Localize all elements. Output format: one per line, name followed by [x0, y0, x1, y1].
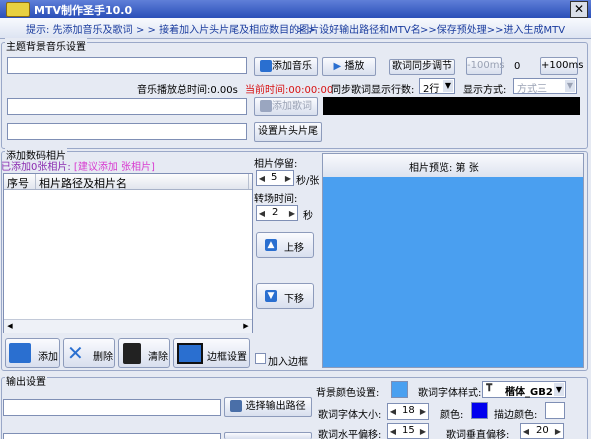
- music-path-input[interactable]: [7, 57, 247, 74]
- stay-label: 相片停留:: [254, 159, 298, 170]
- lyric-font-label: 歌词字体样式:: [418, 388, 482, 399]
- mtv-name-button[interactable]: [224, 432, 312, 439]
- play-button[interactable]: ▶ 播放: [322, 57, 376, 76]
- folder-icon: [9, 343, 31, 363]
- stay-spinner[interactable]: ◀ 5 ▶: [256, 170, 294, 186]
- added-count-label: 已添加0张相片: [建议添加 张相片]: [1, 162, 155, 173]
- preview-area: [323, 177, 583, 367]
- lyric-font-select[interactable]: 𝐓 楷体_GB2 ▼: [482, 381, 566, 398]
- add-lyrics-button[interactable]: 添加歌词: [254, 97, 318, 116]
- step-hint-3: > > 设好输出路径和MTV名: [296, 25, 421, 36]
- h-offset-spinner[interactable]: ◀ 15 ▶: [387, 423, 429, 439]
- add-border-checkbox[interactable]: [255, 353, 266, 364]
- add-photo-button[interactable]: 添加: [5, 338, 60, 368]
- scroll-right-icon[interactable]: ▶: [241, 321, 251, 331]
- play-icon: ▶: [333, 61, 342, 72]
- x-icon: ✕: [67, 341, 84, 365]
- stay-unit: 秒/张: [296, 176, 320, 187]
- lyrics-icon: [260, 100, 272, 112]
- decrement-icon[interactable]: ◀: [389, 426, 397, 438]
- add-border-label: 加入边框: [268, 357, 308, 368]
- lyrics-display: [323, 97, 580, 115]
- output-path-input[interactable]: [3, 399, 221, 416]
- decrement-icon[interactable]: ◀: [258, 173, 266, 185]
- minus-100ms-button[interactable]: -100ms: [466, 57, 505, 75]
- v-offset-label: 歌词垂直偏移:: [446, 430, 510, 439]
- bg-color-label: 背景颜色设置:: [316, 388, 380, 399]
- choose-output-path-button[interactable]: 选择输出路径: [224, 397, 312, 417]
- close-button[interactable]: ✕: [570, 1, 588, 18]
- move-down-button[interactable]: ▼ 下移: [256, 283, 314, 309]
- decrement-icon[interactable]: ◀: [522, 426, 530, 438]
- lyrics-path-input[interactable]: [7, 98, 247, 115]
- increment-icon[interactable]: ▶: [284, 173, 292, 185]
- sync-rows-select[interactable]: 2行 ▼: [419, 78, 455, 95]
- mtv-name-input[interactable]: [3, 433, 221, 439]
- delete-photo-button[interactable]: ✕ 删除: [63, 338, 115, 368]
- horizontal-scrollbar[interactable]: ◀ ▶: [4, 319, 252, 333]
- move-up-button[interactable]: ▲ 上移: [256, 232, 314, 258]
- h-offset-label: 歌词水平偏移:: [318, 430, 382, 439]
- plus-100ms-button[interactable]: +100ms: [540, 57, 583, 75]
- border-settings-button[interactable]: 边框设置: [173, 338, 250, 368]
- title-bar: MTV制作圣手10.0 ✕: [0, 0, 591, 18]
- photo-preview-frame: 相片预览: 第 张: [322, 153, 584, 368]
- bg-color-swatch[interactable]: [391, 381, 408, 398]
- photo-list[interactable]: 序号 相片路径及相片名 ◀ ▶: [3, 173, 253, 333]
- font-color-swatch[interactable]: [471, 402, 488, 419]
- v-offset-spinner[interactable]: ◀ 20 ▶: [520, 423, 564, 439]
- output-group-label: 输出设置: [5, 373, 47, 388]
- app-icon: [6, 2, 30, 17]
- lyric-size-spinner[interactable]: ◀ 18 ▶: [387, 403, 429, 420]
- increment-icon[interactable]: ▶: [554, 426, 562, 438]
- folder-icon: [230, 400, 243, 412]
- font-color-label: 颜色:: [440, 410, 464, 421]
- stroke-color-swatch[interactable]: [545, 402, 565, 419]
- arrow-up-icon: ▲: [265, 239, 277, 251]
- increment-icon[interactable]: ▶: [288, 208, 296, 220]
- display-mode-select[interactable]: 方式三 ▼: [513, 78, 577, 95]
- scroll-left-icon[interactable]: ◀: [5, 321, 15, 331]
- transition-unit: 秒: [303, 211, 313, 222]
- decrement-icon[interactable]: ◀: [258, 208, 266, 220]
- step-hint-1: 提示: 先添加音乐及歌词: [26, 25, 133, 36]
- display-mode-label: 显示方式:: [463, 85, 507, 96]
- lyric-sync-button[interactable]: 歌词同步调节: [389, 59, 455, 75]
- lyric-size-label: 歌词字体大小:: [318, 410, 382, 421]
- music-icon: [260, 60, 272, 72]
- transition-label: 转场时间:: [254, 194, 298, 205]
- col-path[interactable]: 相片路径及相片名: [39, 175, 127, 191]
- stroke-color-label: 描边颜色:: [494, 410, 538, 421]
- arrow-down-icon: ▼: [265, 290, 277, 302]
- step-hints: 提示: 先添加音乐及歌词 > > 接着加入片头片尾及相应数目的图片 > > 设好…: [0, 18, 591, 39]
- sync-rows-label: 同步歌词显示行数:: [331, 85, 415, 96]
- preview-title: 相片预览: 第 张: [409, 163, 479, 174]
- window-title: MTV制作圣手10.0: [34, 4, 133, 17]
- increment-icon[interactable]: ▶: [419, 406, 427, 418]
- increment-icon[interactable]: ▶: [419, 426, 427, 438]
- decrement-icon[interactable]: ◀: [389, 406, 397, 418]
- intro-path-input[interactable]: [7, 123, 247, 140]
- font-icon: 𝐓: [486, 383, 493, 394]
- photo-list-header: 序号 相片路径及相片名: [4, 174, 252, 190]
- chevron-down-icon: ▼: [554, 383, 564, 396]
- col-index[interactable]: 序号: [7, 175, 29, 191]
- total-time-label: 音乐播放总时间:0.00s: [137, 85, 238, 96]
- preview-header: 相片预览: 第 张: [323, 154, 583, 178]
- music-group-label: 主题背景音乐设置: [5, 38, 87, 53]
- step-hint-4: >>保存预处理>>进入生成MTV: [420, 25, 566, 36]
- clear-photos-button[interactable]: 清除: [118, 338, 170, 368]
- step-hint-2: > > 接着加入片头片尾及相应数目的图片: [136, 25, 320, 36]
- frame-icon: [177, 343, 203, 364]
- transition-spinner[interactable]: ◀ 2 ▶: [256, 205, 298, 221]
- add-music-button[interactable]: 添加音乐: [254, 57, 318, 76]
- chevron-down-icon: ▼: [565, 80, 575, 92]
- current-time-label: 当前时间:00:00:00: [245, 85, 334, 96]
- sync-offset-value: 0: [514, 61, 521, 72]
- set-intro-button[interactable]: 设置片头片尾: [254, 122, 322, 142]
- chevron-down-icon: ▼: [443, 80, 453, 92]
- trash-icon: [123, 343, 141, 364]
